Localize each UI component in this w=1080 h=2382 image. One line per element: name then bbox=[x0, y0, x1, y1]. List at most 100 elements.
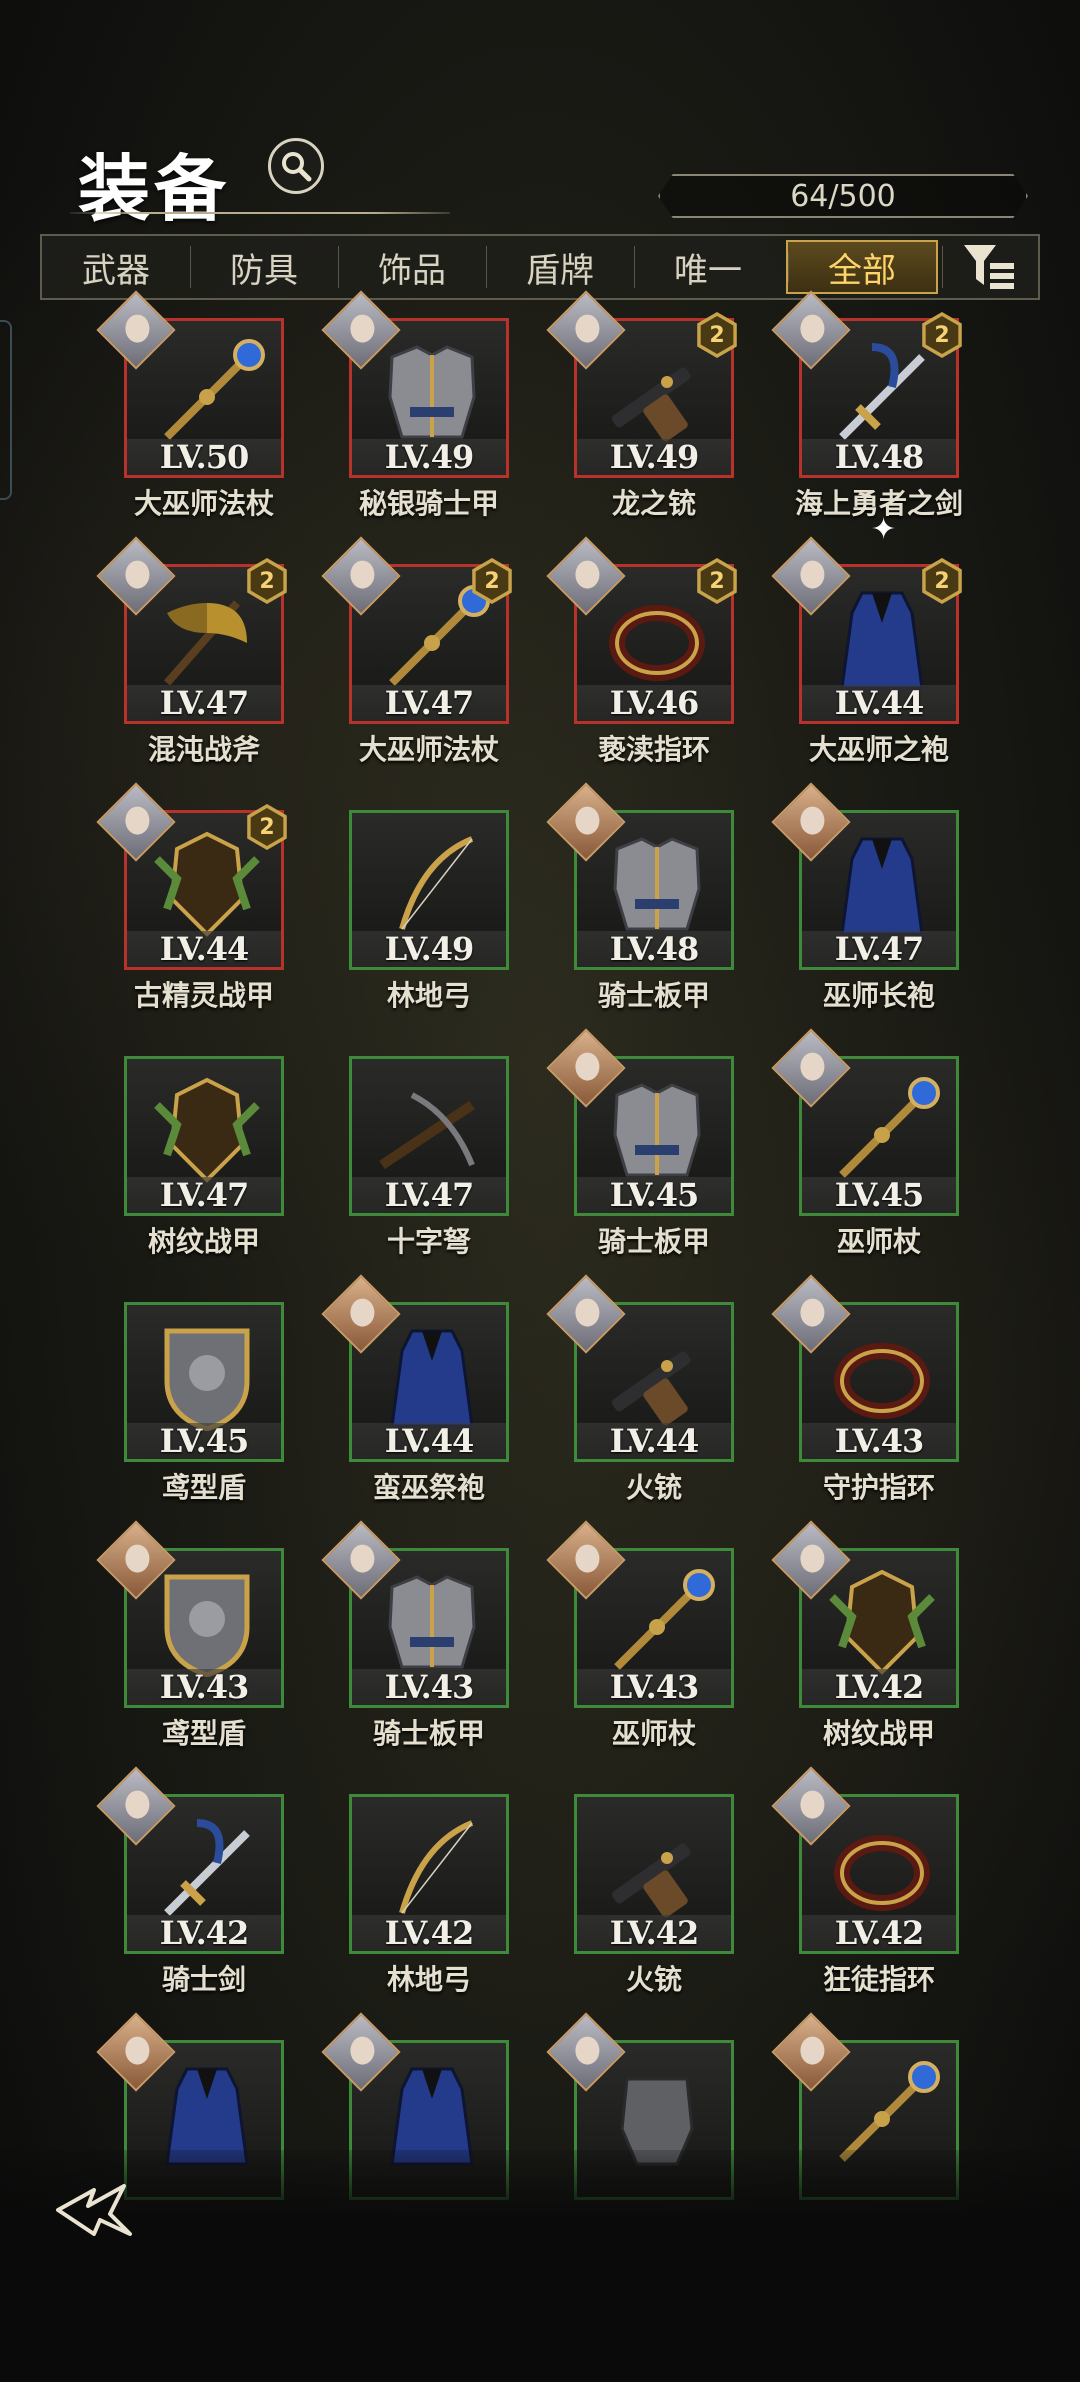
item-name: 龙之铳 bbox=[611, 487, 696, 520]
bow-icon bbox=[399, 836, 474, 930]
hero-face bbox=[800, 1544, 825, 1573]
item-name: 蛮巫祭袍 bbox=[372, 1471, 485, 1504]
tab-accessories[interactable]: 饰品 bbox=[338, 236, 486, 298]
item-name: 亵渎指环 bbox=[597, 733, 710, 766]
equipment-item[interactable]: LV.42 狂徒指环 bbox=[771, 1766, 961, 2038]
tab-shields[interactable]: 盾牌 bbox=[486, 236, 634, 298]
hero-face bbox=[575, 806, 600, 835]
item-level: LV.50 bbox=[127, 438, 281, 476]
enhance-rank-value: 2 bbox=[475, 562, 509, 600]
item-level: LV.46 bbox=[577, 684, 731, 722]
equipment-item[interactable]: LV.42 火铳 bbox=[572, 1792, 736, 2038]
hero-face bbox=[125, 314, 150, 343]
hero-face bbox=[800, 1052, 825, 1081]
equipment-item[interactable]: LV.48 2 海上勇者之剑 ✦ bbox=[771, 290, 963, 562]
item-name: 大巫师之袍 bbox=[808, 733, 949, 766]
equipment-item[interactable]: LV.44 蛮巫祭袍 bbox=[321, 1274, 511, 1546]
equipment-grid: LV.50 大巫师法杖 LV.49 秘银骑士甲 LV.49 2 龙之铳 LV.48 2 海上勇者之… bbox=[96, 290, 963, 2284]
item-level: LV.47 bbox=[352, 1176, 506, 1214]
equipment-item[interactable]: LV.46 2 亵渎指环 bbox=[546, 536, 737, 808]
item-name: 鸢型盾 bbox=[161, 1471, 246, 1504]
tab-unique[interactable]: 唯一 bbox=[634, 236, 782, 298]
item-name: 巫师杖 bbox=[836, 1225, 921, 1258]
item-level: LV.43 bbox=[352, 1668, 506, 1706]
hero-face bbox=[800, 2036, 825, 2065]
item-frame: LV.45 bbox=[124, 1302, 284, 1462]
item-level: LV.44 bbox=[577, 1422, 731, 1460]
item-level: LV.48 bbox=[802, 438, 956, 476]
equipment-item[interactable]: LV.42 树纹战甲 bbox=[771, 1520, 961, 1792]
equipment-item[interactable]: LV.47 十字弩 bbox=[347, 1054, 511, 1300]
tab-armor[interactable]: 防具 bbox=[190, 236, 338, 298]
hero-face bbox=[575, 1052, 600, 1081]
equipment-item[interactable]: LV.49 秘银骑士甲 bbox=[321, 290, 511, 562]
item-name: 骑士板甲 bbox=[597, 1225, 710, 1258]
equipment-item[interactable]: LV.43 巫师杖 bbox=[546, 1520, 736, 1792]
item-name: 大巫师法杖 bbox=[358, 733, 499, 766]
hero-face bbox=[575, 1544, 600, 1573]
item-level: LV.44 bbox=[802, 684, 956, 722]
filter-button[interactable] bbox=[942, 236, 1038, 298]
equipment-item[interactable]: LV.49 林地弓 bbox=[347, 808, 511, 1054]
hero-face bbox=[800, 1298, 825, 1327]
equipment-item[interactable]: LV.43 守护指环 bbox=[771, 1274, 961, 1546]
item-frame: LV.42 bbox=[574, 1794, 734, 1954]
item-level: LV.49 bbox=[577, 438, 731, 476]
hero-face bbox=[125, 2036, 150, 2065]
item-level: LV.47 bbox=[127, 684, 281, 722]
side-drawer-handle[interactable] bbox=[0, 320, 12, 500]
search-button[interactable] bbox=[268, 138, 324, 194]
item-level: LV.49 bbox=[352, 438, 506, 476]
inventory-count: 64/500 bbox=[656, 172, 1034, 222]
item-level: LV.44 bbox=[352, 1422, 506, 1460]
equipment-item[interactable]: LV.43 骑士板甲 bbox=[321, 1520, 511, 1792]
item-level: LV.47 bbox=[352, 684, 506, 722]
enhance-rank-value: 2 bbox=[925, 562, 959, 600]
item-level: LV.42 bbox=[577, 1914, 731, 1952]
item-name: 树纹战甲 bbox=[147, 1225, 260, 1258]
back-button[interactable] bbox=[54, 2180, 140, 2240]
search-icon bbox=[282, 152, 312, 182]
equipment-item[interactable]: LV.44 2 大巫师之袍 bbox=[771, 536, 962, 808]
enhance-rank-value: 2 bbox=[250, 808, 284, 846]
crossbow-icon bbox=[379, 1092, 475, 1170]
tab-all[interactable]: 全部 bbox=[786, 240, 938, 294]
page-title: 装备 bbox=[78, 146, 231, 231]
hero-face bbox=[350, 1544, 375, 1573]
equipment-item[interactable]: LV.50 大巫师法杖 bbox=[96, 290, 286, 562]
hero-face bbox=[350, 560, 375, 589]
equipment-item[interactable]: LV.47 树纹战甲 bbox=[122, 1054, 286, 1300]
item-level: LV.45 bbox=[577, 1176, 731, 1214]
equipment-item[interactable]: LV.45 骑士板甲 bbox=[546, 1028, 736, 1300]
title-underline bbox=[70, 212, 450, 214]
equipment-item[interactable]: LV.45 鸢型盾 bbox=[122, 1300, 286, 1546]
equipment-item[interactable]: LV.48 骑士板甲 bbox=[546, 782, 736, 1054]
hero-face bbox=[125, 1790, 150, 1819]
filter-icon bbox=[964, 245, 1014, 289]
item-level: LV.44 bbox=[127, 930, 281, 968]
item-level: LV.42 bbox=[352, 1914, 506, 1952]
equipment-item[interactable]: LV.42 林地弓 bbox=[347, 1792, 511, 2038]
equipment-item[interactable]: LV.49 2 龙之铳 bbox=[546, 290, 737, 562]
item-level: LV.49 bbox=[352, 930, 506, 968]
equipment-item[interactable]: LV.47 巫师长袍 bbox=[771, 782, 961, 1054]
equipment-item[interactable]: LV.45 巫师杖 bbox=[771, 1028, 961, 1300]
item-name: 火铳 bbox=[625, 1963, 682, 1996]
equipment-item[interactable]: LV.44 火铳 bbox=[546, 1274, 736, 1546]
equipment-item[interactable]: LV.47 2 混沌战斧 bbox=[96, 536, 287, 808]
hero-face bbox=[800, 1790, 825, 1819]
equipment-item[interactable]: LV.47 2 大巫师法杖 bbox=[321, 536, 512, 808]
item-level: LV.45 bbox=[802, 1176, 956, 1214]
equipment-item[interactable]: LV.44 2 古精灵战甲 bbox=[96, 782, 287, 1054]
hero-face bbox=[350, 1298, 375, 1327]
item-frame: LV.47 bbox=[349, 1056, 509, 1216]
equipment-item[interactable]: LV.43 鸢型盾 bbox=[96, 1520, 286, 1792]
bottom-bar bbox=[0, 2150, 1080, 2382]
item-name: 古精灵战甲 bbox=[133, 979, 274, 1012]
category-tabs: 武器 防具 饰品 盾牌 唯一 全部 bbox=[40, 234, 1040, 300]
item-level: LV.47 bbox=[127, 1176, 281, 1214]
enhance-rank-value: 2 bbox=[700, 562, 734, 600]
tab-weapons[interactable]: 武器 bbox=[42, 236, 190, 298]
item-name: 狂徒指环 bbox=[822, 1963, 935, 1996]
equipment-item[interactable]: LV.42 骑士剑 bbox=[96, 1766, 286, 2038]
